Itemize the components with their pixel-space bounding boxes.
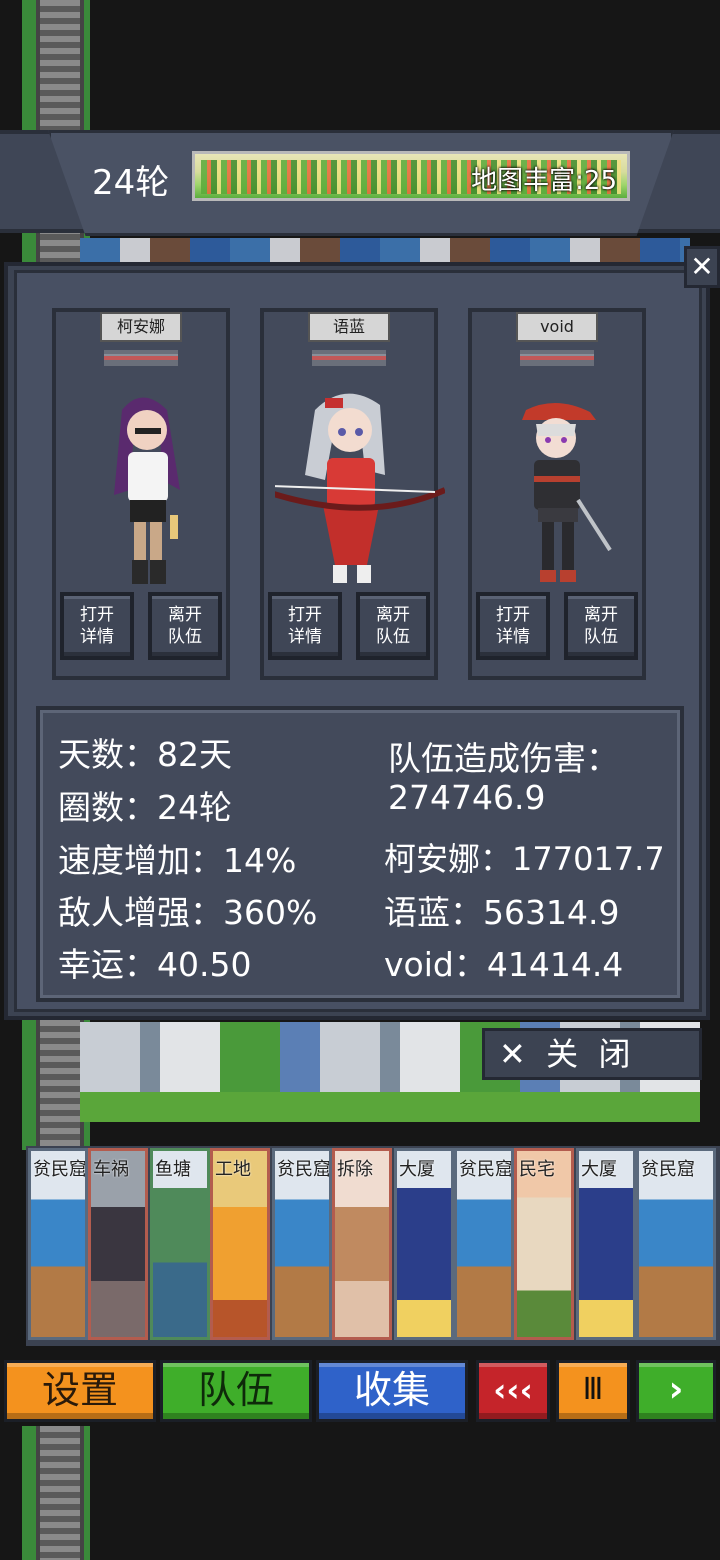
member-hp-bar-1 (104, 350, 178, 366)
card-title: 贫民窟 (277, 1159, 331, 1180)
member-name-3: void (516, 312, 598, 342)
card-title: 鱼塘 (155, 1159, 191, 1180)
rail-track-bottom (22, 1426, 90, 1560)
open-details-button-3[interactable]: 打开 详情 (476, 592, 550, 660)
rail-track-top (22, 0, 90, 135)
card-title: 大厦 (399, 1159, 435, 1180)
card-construction[interactable]: 工地 (210, 1148, 270, 1340)
card-accident[interactable]: 车祸 (88, 1148, 148, 1340)
leave-team-button-1[interactable]: 离开 队伍 (148, 592, 222, 660)
leave-team-label-3: 离开 队伍 (584, 605, 618, 647)
stat-laps: 圈数：24轮 (58, 788, 232, 827)
card-tower-2[interactable]: 大厦 (576, 1148, 636, 1340)
card-title: 贫民窟 (33, 1159, 87, 1180)
stat-damage-member-3: void：41414.4 (384, 945, 624, 984)
card-title: 拆除 (337, 1159, 373, 1180)
card-title: 车祸 (93, 1159, 129, 1180)
stat-days: 天数：82天 (58, 735, 232, 774)
card-slum-1[interactable]: 贫民窟 (28, 1148, 88, 1340)
character-sprite-3 (522, 402, 612, 582)
card-tower-1[interactable]: 大厦 (394, 1148, 454, 1340)
card-house[interactable]: 民宅 (514, 1148, 574, 1340)
stat-damage-member-2: 语蓝：56314.9 (384, 893, 620, 932)
member-hp-bar-3 (520, 350, 594, 366)
card-title: 贫民窟 (459, 1159, 513, 1180)
open-details-label-1: 打开 详情 (80, 605, 114, 647)
open-details-label-2: 打开 详情 (288, 605, 322, 647)
card-demolish[interactable]: 拆除 (332, 1148, 392, 1340)
stat-damage-member-1: 柯安娜：177017.7 (384, 840, 665, 878)
leave-team-label-1: 离开 队伍 (168, 605, 202, 647)
member-name-1: 柯安娜 (100, 312, 182, 342)
map-richness-label: 地图丰富:25 (471, 166, 617, 196)
card-slum-4[interactable]: 贫民窟 (636, 1148, 716, 1340)
card-slum-3[interactable]: 贫民窟 (454, 1148, 514, 1340)
close-dialog-label: ✕ 关 闭 (499, 1035, 631, 1073)
stat-damage-title: 队伍造成伤害： (388, 739, 619, 778)
map-richness-bar: 地图丰富:25 (192, 151, 630, 201)
settings-button[interactable]: 设置 (4, 1360, 156, 1422)
rewind-icon[interactable]: ‹‹‹ (476, 1360, 550, 1422)
card-title: 贫民窟 (641, 1159, 695, 1180)
team-button[interactable]: 队伍 (160, 1360, 312, 1422)
leave-team-button-3[interactable]: 离开 队伍 (564, 592, 638, 660)
card-fishpond[interactable]: 鱼塘 (150, 1148, 210, 1340)
card-title: 大厦 (581, 1159, 617, 1180)
stat-enemy-boost: 敌人增强：360% (58, 893, 318, 932)
next-icon[interactable]: › (636, 1360, 716, 1422)
leave-team-label-2: 离开 队伍 (376, 605, 410, 647)
open-details-button-2[interactable]: 打开 详情 (268, 592, 342, 660)
stat-damage-total: 274746.9 (388, 778, 546, 817)
close-dialog-button[interactable]: ✕ 关 闭 (482, 1028, 702, 1080)
stat-luck: 幸运：40.50 (58, 945, 252, 984)
card-slum-2[interactable]: 贫民窟 (272, 1148, 332, 1340)
collect-button[interactable]: 收集 (316, 1360, 468, 1422)
leave-team-button-2[interactable]: 离开 队伍 (356, 592, 430, 660)
round-counter: 24轮 (92, 163, 170, 203)
pause-icon[interactable]: Ⅲ (556, 1360, 630, 1422)
card-title: 民宅 (519, 1159, 555, 1180)
dialog-close-icon[interactable]: ✕ (684, 246, 720, 288)
open-details-button-1[interactable]: 打开 详情 (60, 592, 134, 660)
character-sprite-1 (114, 397, 180, 584)
stat-speed: 速度增加：14% (58, 841, 297, 880)
character-sprite-2 (275, 393, 445, 583)
card-title: 工地 (215, 1159, 251, 1180)
open-details-label-3: 打开 详情 (496, 605, 530, 647)
member-name-2: 语蓝 (308, 312, 390, 342)
member-hp-bar-2 (312, 350, 386, 366)
